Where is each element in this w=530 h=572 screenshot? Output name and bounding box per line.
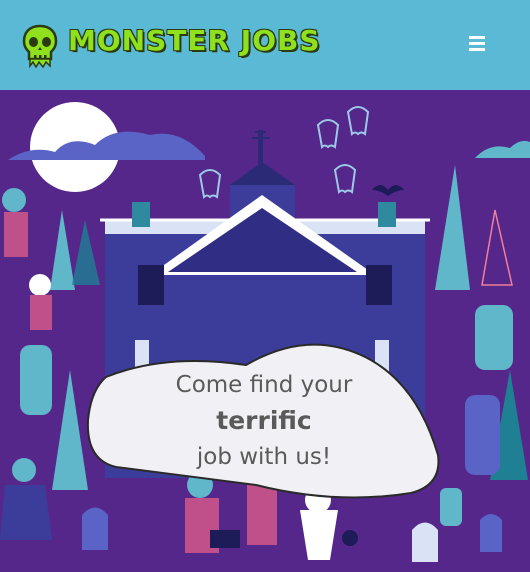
skull-icon (22, 24, 58, 68)
speech-bubble: Come find your terrific job with us! (86, 335, 442, 501)
brand-name: MONSTER JOBS (68, 24, 321, 57)
hero-message-line2: terrific (216, 406, 312, 435)
hero-message-line1: Come find your (175, 372, 353, 398)
hero-message: Come find your terrific job with us! (86, 367, 442, 475)
hamburger-menu-icon (469, 36, 485, 39)
hero-banner: Come find your terrific job with us! (0, 90, 530, 572)
hero-message-line3: job with us! (196, 444, 332, 470)
top-header: MONSTER JOBS (0, 0, 530, 90)
hamburger-menu-button[interactable] (462, 33, 492, 59)
